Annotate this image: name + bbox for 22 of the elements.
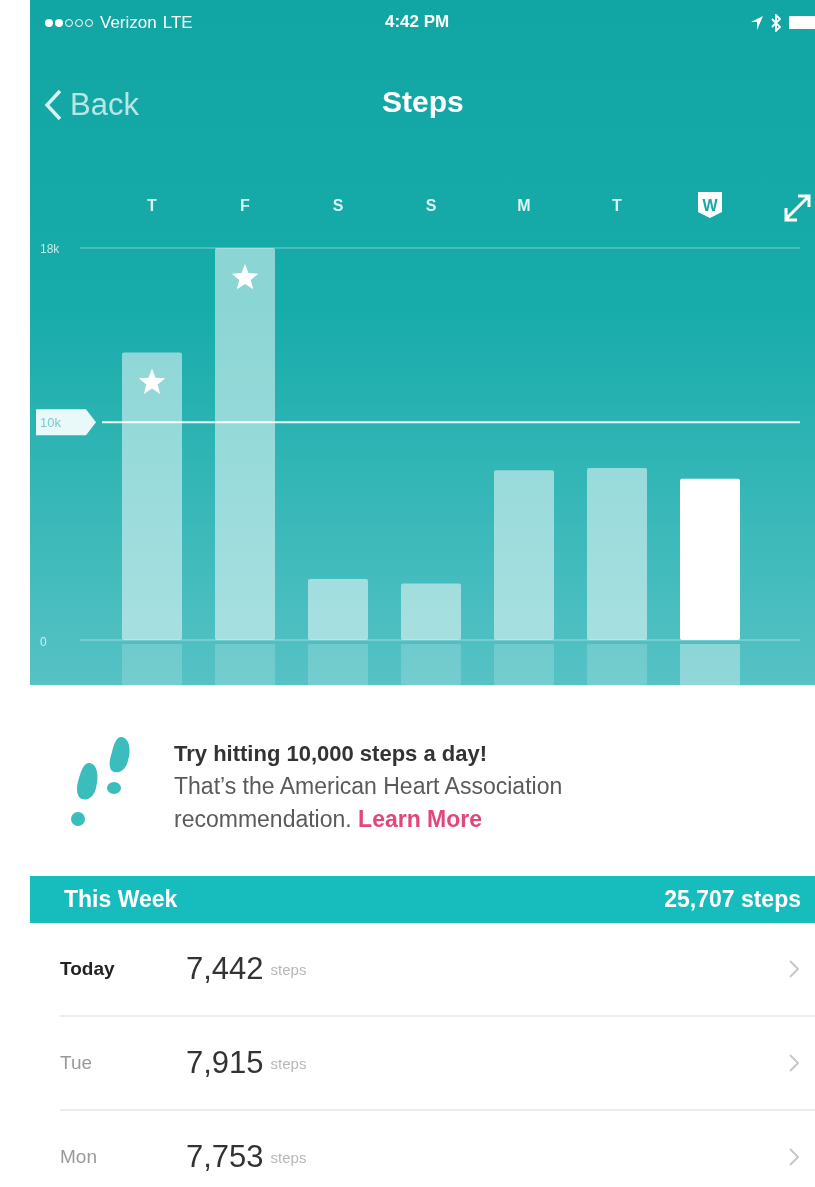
axis-label: 18k: [40, 242, 60, 256]
x-tick-label: W: [702, 197, 719, 214]
week-title: This Week: [64, 886, 178, 913]
unit-label: steps: [270, 1148, 307, 1166]
unit-label: steps: [270, 960, 307, 978]
clock-time: 4:42 PM: [385, 12, 450, 32]
screen-title: Steps: [382, 85, 464, 119]
axis-label: 0: [40, 635, 47, 649]
y-tick-label: 10k: [40, 415, 62, 431]
step-count: 7,753: [186, 1139, 264, 1175]
tip-text: That’s the American Heart Association recommendation. Learn More: [174, 772, 564, 834]
step-count: 7,442: [186, 951, 264, 987]
network-label: LTE: [162, 12, 193, 33]
unit-label: steps: [270, 1054, 307, 1072]
day-label: Tue: [60, 1052, 94, 1074]
goal-tag: 10k: [36, 409, 96, 436]
day-label: Mon: [60, 1146, 98, 1168]
step-count: 7,915: [186, 1045, 264, 1081]
carrier-label: Verizon: [100, 12, 157, 33]
tip-heading: Try hitting 10,000 steps a day!: [174, 740, 488, 768]
day-label: Today: [60, 958, 116, 980]
week-total: 25,707 steps: [664, 886, 801, 913]
